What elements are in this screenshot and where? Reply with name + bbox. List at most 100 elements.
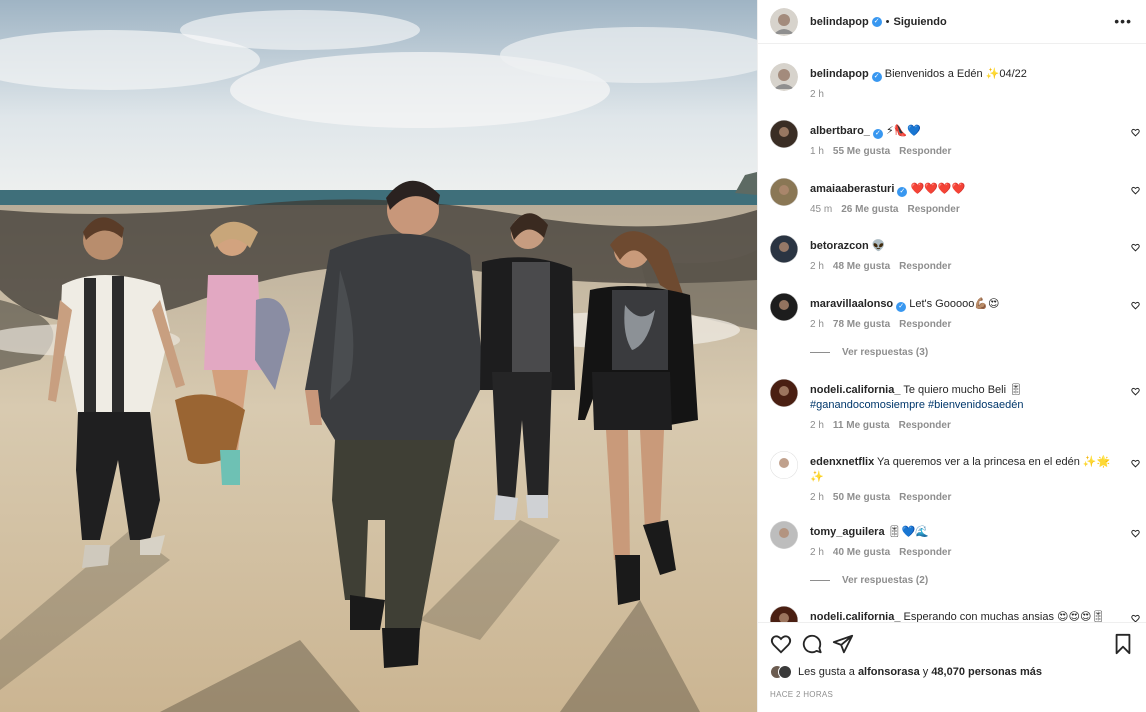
comment-username[interactable]: nodeli.california_	[810, 611, 900, 622]
beach-photo-image	[0, 0, 757, 712]
likes-prefix: Les gusta a	[798, 666, 855, 678]
comment-text: edenxnetflix Ya queremos ver a la prince…	[810, 455, 1118, 485]
author-avatar[interactable]	[770, 7, 798, 36]
comment-time: 2 h	[810, 420, 824, 431]
bookmark-icon[interactable]	[1112, 633, 1134, 655]
comment-icon[interactable]	[801, 633, 823, 655]
comment-username[interactable]: tomy_aguilera	[810, 526, 885, 538]
comment-like-heart-icon[interactable]	[1131, 614, 1140, 622]
follow-status-button[interactable]: Siguiendo	[894, 16, 947, 28]
comment-body: Te quiero mucho Beli 🎚	[903, 384, 1024, 396]
comment-username[interactable]: nodeli.california_	[810, 384, 900, 396]
comment-username[interactable]: albertbaro_	[810, 125, 870, 137]
comment-text: tomy_aguilera 🎚💙🌊	[810, 525, 1118, 540]
comment-meta: 2 h 11 Me gusta Responder	[810, 420, 960, 431]
post-actions: Les gusta a alfonsorasa y 48,070 persona…	[758, 622, 1146, 712]
more-options-icon[interactable]: •••	[1114, 13, 1132, 29]
comment-avatar[interactable]	[770, 606, 798, 622]
reply-button[interactable]: Responder	[899, 319, 951, 330]
comment-username[interactable]: maravillaalonso	[810, 298, 893, 310]
reply-button[interactable]: Responder	[899, 492, 951, 503]
comment-like-heart-icon[interactable]	[1131, 128, 1140, 137]
comment-body: ❤️❤️❤️❤️	[910, 183, 966, 195]
heart-icon[interactable]	[770, 633, 792, 655]
comment-avatar[interactable]	[770, 120, 798, 148]
comment-meta: 2 h 50 Me gusta Responder	[810, 492, 960, 503]
author-username[interactable]: belindapop	[810, 16, 869, 28]
comment-likes[interactable]: 55 Me gusta	[833, 146, 890, 157]
comment-likes[interactable]: 78 Me gusta	[833, 319, 890, 330]
verified-badge-icon: ✓	[871, 72, 882, 82]
comment-likes[interactable]: 50 Me gusta	[833, 492, 890, 503]
comment-time: 45 m	[810, 204, 833, 215]
comment-meta: 2 h 78 Me gusta Responder	[810, 319, 960, 330]
comment-text: nodeli.california_ Esperando con muchas …	[810, 610, 1118, 622]
comment-body: Let's Gooooo💪🏽😍	[909, 298, 1000, 310]
verified-badge-icon: ✓	[896, 302, 907, 312]
comments-list[interactable]: belindapop ✓ Bienvenidos a Edén ✨04/22 2 …	[758, 45, 1146, 622]
comment-likes[interactable]: 11 Me gusta	[833, 420, 890, 431]
replies-line	[810, 579, 830, 581]
liker-avatar	[778, 665, 792, 679]
comment-text: maravillaalonso ✓ Let's Gooooo💪🏽😍	[810, 297, 1118, 312]
reply-button[interactable]: Responder	[899, 547, 951, 558]
comment-meta: 45 m 26 Me gusta Responder	[810, 204, 969, 215]
likes-summary: Les gusta a alfonsorasa y 48,070 persona…	[770, 665, 1042, 679]
comment-like-heart-icon[interactable]	[1131, 301, 1140, 310]
comment-time: 2 h	[810, 547, 824, 558]
likes-middle: y	[922, 666, 929, 678]
view-replies-button[interactable]: Ver respuestas (2)	[810, 575, 928, 586]
view-replies-label: Ver respuestas (3)	[842, 347, 929, 358]
comment-meta: 2 h 40 Me gusta Responder	[810, 547, 960, 558]
reply-button[interactable]: Responder	[899, 146, 951, 157]
comment-username[interactable]: amaiaaberasturi	[810, 183, 894, 195]
comment-like-heart-icon[interactable]	[1131, 243, 1140, 252]
comment-avatar[interactable]	[770, 521, 798, 549]
comment-meta: 2 h 48 Me gusta Responder	[810, 261, 960, 272]
comment-avatar[interactable]	[770, 293, 798, 321]
comment-username[interactable]: betorazcon	[810, 240, 869, 252]
share-icon[interactable]	[832, 633, 854, 655]
caption-avatar[interactable]	[770, 63, 798, 91]
verified-badge-icon: ✓	[871, 16, 882, 27]
view-replies-label: Ver respuestas (2)	[842, 575, 929, 586]
separator-dot: •	[885, 15, 890, 28]
comment-avatar[interactable]	[770, 451, 798, 479]
comment-avatar[interactable]	[770, 379, 798, 407]
caption-meta: 2 h	[810, 89, 833, 100]
comment-text: amaiaaberasturi ✓ ❤️❤️❤️❤️	[810, 182, 1118, 197]
comment-time: 1 h	[810, 146, 824, 157]
comment-like-heart-icon[interactable]	[1131, 186, 1140, 195]
comment-text: nodeli.california_ Te quiero mucho Beli …	[810, 383, 1118, 413]
comment-hashtags[interactable]: #ganandocomosiempre #bienvenidosaedén	[810, 399, 1023, 411]
caption-username[interactable]: belindapop	[810, 68, 869, 80]
comment-likes[interactable]: 40 Me gusta	[833, 547, 890, 558]
reply-button[interactable]: Responder	[907, 204, 959, 215]
view-replies-button[interactable]: Ver respuestas (3)	[810, 347, 928, 358]
comment-time: 2 h	[810, 319, 824, 330]
comment-body: 👽	[871, 240, 886, 252]
reply-button[interactable]: Responder	[899, 420, 951, 431]
comment-username[interactable]: edenxnetflix	[810, 456, 874, 468]
comment-like-heart-icon[interactable]	[1131, 387, 1140, 396]
comment-body: 🎚💙🌊	[887, 526, 930, 538]
reply-button[interactable]: Responder	[899, 261, 951, 272]
likes-count[interactable]: 48,070 personas más	[931, 666, 1042, 678]
caption-body: Bienvenidos a Edén ✨04/22	[884, 68, 1027, 80]
comment-like-heart-icon[interactable]	[1131, 529, 1140, 538]
comment-avatar[interactable]	[770, 178, 798, 206]
post-timestamp: HACE 2 HORAS	[770, 690, 834, 699]
verified-badge-icon: ✓	[897, 187, 908, 197]
comment-avatar[interactable]	[770, 235, 798, 263]
comment-likes[interactable]: 48 Me gusta	[833, 261, 890, 272]
comment-text: albertbaro_ ✓ ⚡👠💙	[810, 124, 1118, 139]
post-photo[interactable]	[0, 0, 757, 712]
instagram-post: belindapop ✓ • Siguiendo ••• belindapop ✓…	[0, 0, 1146, 712]
post-header: belindapop ✓ • Siguiendo •••	[758, 0, 1146, 44]
comment-likes[interactable]: 26 Me gusta	[841, 204, 898, 215]
likes-user[interactable]: alfonsorasa	[858, 666, 920, 678]
comment-body: ⚡👠💙	[885, 125, 922, 137]
comment-meta: 1 h 55 Me gusta Responder	[810, 146, 960, 157]
replies-line	[810, 351, 830, 353]
comment-like-heart-icon[interactable]	[1131, 459, 1140, 468]
